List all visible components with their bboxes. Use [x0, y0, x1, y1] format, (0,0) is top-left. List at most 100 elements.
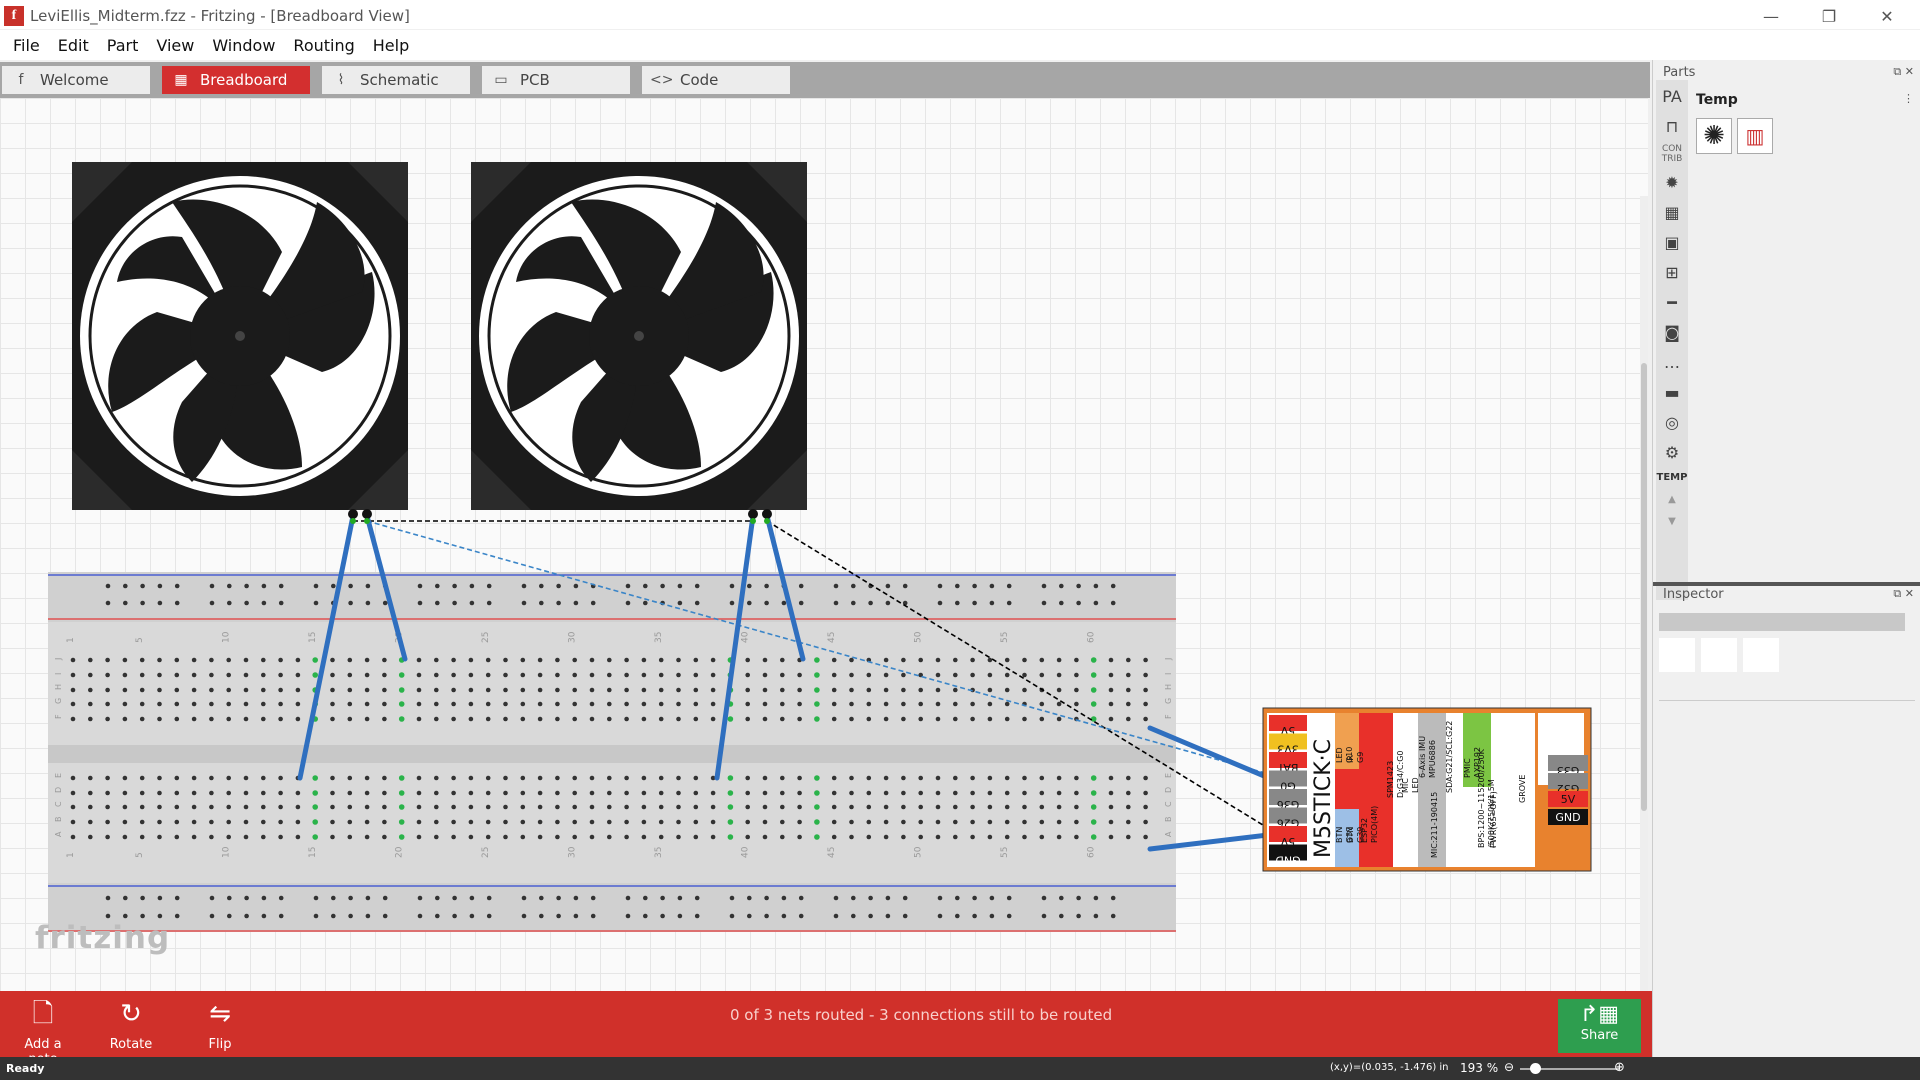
- rail-hole: [452, 583, 457, 589]
- zoom-slider-handle[interactable]: [1530, 1063, 1541, 1074]
- menu-edit[interactable]: Edit: [49, 36, 98, 55]
- rail-hole: [937, 583, 943, 589]
- temp-bin-label[interactable]: TEMP: [1656, 472, 1688, 483]
- rail-hole: [1041, 600, 1047, 606]
- breadboard-hole: [1022, 716, 1027, 722]
- tab-welcome[interactable]: f Welcome: [2, 66, 150, 94]
- panel-divider[interactable]: [1653, 582, 1920, 586]
- breadboard-hole: [849, 701, 854, 707]
- connected-hole: [312, 672, 319, 678]
- row-label: E: [54, 773, 63, 778]
- minimize-button[interactable]: —: [1742, 2, 1800, 31]
- breadboard-hole: [209, 701, 214, 707]
- rail-hole: [209, 895, 215, 901]
- breadboard-hole: [261, 775, 266, 781]
- menu-part[interactable]: Part: [98, 36, 148, 55]
- breadboard-hole: [710, 819, 716, 825]
- m5stick-thumbnail[interactable]: ▥: [1737, 118, 1773, 154]
- zoom-in-icon[interactable]: ⊕: [1614, 1060, 1625, 1075]
- resistor-bin-icon[interactable]: ━: [1658, 290, 1686, 314]
- breadboard-hole: [209, 834, 214, 840]
- breadboard-hole: [347, 790, 353, 796]
- parts-panel-controls[interactable]: ⧉ ✕: [1893, 65, 1914, 79]
- breadboard-canvas[interactable]: 151015202530354045505560 151015202530354…: [0, 98, 1648, 991]
- breadboard-part[interactable]: 151015202530354045505560 151015202530354…: [48, 572, 1176, 932]
- menu-help[interactable]: Help: [364, 36, 418, 55]
- contrib-bin-label[interactable]: CON TRIB: [1656, 144, 1688, 164]
- rail-hole: [244, 583, 249, 589]
- share-button[interactable]: ↱▦ Share: [1558, 999, 1641, 1053]
- breadboard-hole: [416, 775, 422, 781]
- menu-view[interactable]: View: [147, 36, 203, 55]
- circuit-bin-icon[interactable]: ⊞: [1658, 260, 1686, 284]
- breadboard-hole: [157, 775, 162, 781]
- fan-part-2[interactable]: [471, 162, 807, 510]
- breadboard-hole: [537, 834, 543, 840]
- rail-hole: [660, 895, 665, 901]
- gear-bin-icon[interactable]: ✹: [1658, 170, 1686, 194]
- rail-hole: [972, 895, 977, 901]
- breadboard-hole: [935, 687, 941, 693]
- breadboard-hole: [520, 657, 526, 663]
- breadboard-hole: [364, 687, 370, 693]
- row-label: J: [54, 658, 63, 661]
- column-label: 20: [395, 846, 405, 858]
- robot-bin-icon[interactable]: ⚙: [1658, 440, 1686, 464]
- pa-bin-icon[interactable]: PA: [1658, 84, 1686, 108]
- cursor-coordinates: (x,y)=(0.035, -1.476) in: [1330, 1062, 1449, 1073]
- rail-hole: [539, 600, 544, 606]
- menu-window[interactable]: Window: [203, 36, 284, 55]
- board-bin-icon[interactable]: ▦: [1658, 200, 1686, 224]
- vertical-scrollbar[interactable]: [1641, 363, 1647, 811]
- breadboard-hole: [105, 657, 110, 663]
- breadboard-hole: [139, 657, 145, 663]
- column-label: 25: [481, 632, 491, 643]
- fan-thumbnail[interactable]: ✺: [1696, 118, 1732, 154]
- scroll-up-icon[interactable]: ▲: [1658, 487, 1686, 511]
- breadboard-hole: [70, 804, 76, 810]
- tab-schematic[interactable]: ⌇ Schematic: [322, 66, 470, 94]
- rail-hole: [174, 913, 180, 919]
- rotate-button[interactable]: ↻ Rotate: [106, 999, 156, 1052]
- camera-bin-icon[interactable]: ◙: [1658, 320, 1686, 344]
- connected-hole: [1090, 716, 1097, 722]
- pcb-bin-icon[interactable]: ▬: [1658, 380, 1686, 404]
- flip-button[interactable]: ⇋ Flip: [200, 999, 240, 1052]
- chip-bin-icon[interactable]: ▣: [1658, 230, 1686, 254]
- connected-hole: [398, 834, 405, 840]
- more-bin-icon[interactable]: …: [1658, 350, 1686, 374]
- breadboard-hole: [226, 716, 231, 722]
- scroll-down-icon[interactable]: ▼: [1658, 509, 1686, 533]
- m5-info-label: PICO(4M): [1370, 806, 1379, 843]
- fan-part-1[interactable]: [72, 162, 408, 510]
- flip-label: Flip: [208, 1037, 232, 1052]
- breadboard-hole: [1126, 804, 1131, 810]
- breadboard-hole: [883, 775, 889, 781]
- breadboard-hole: [918, 687, 923, 693]
- menu-routing[interactable]: Routing: [284, 36, 363, 55]
- title-bar: f LeviEllis_Midterm.fzz - Fritzing - [Br…: [0, 0, 1920, 29]
- breadboard-hole: [226, 819, 231, 825]
- close-button[interactable]: ✕: [1858, 2, 1916, 31]
- tab-code[interactable]: <> Code: [642, 66, 790, 94]
- m5stickc-part[interactable]: 5V3V3BATG0G36G265VGND G33G325VGND M5STIC…: [1262, 707, 1592, 872]
- status-bar: Ready (x,y)=(0.035, -1.476) in 193 % ⊖ ⊕: [0, 1057, 1920, 1080]
- breadboard-hole: [866, 834, 872, 840]
- row-label: C: [1164, 801, 1173, 807]
- ic-bin-icon[interactable]: ⊓: [1658, 114, 1686, 138]
- bin-menu-icon[interactable]: ⋮: [1903, 92, 1914, 105]
- menu-file[interactable]: File: [4, 36, 49, 55]
- restore-button[interactable]: ❐: [1800, 2, 1858, 31]
- inspector-controls[interactable]: ⧉ ✕: [1893, 587, 1914, 601]
- antenna-bin-icon[interactable]: ◎: [1658, 410, 1686, 434]
- breadboard-hole: [226, 657, 231, 663]
- breadboard-hole: [710, 716, 716, 722]
- tab-pcb[interactable]: ▭ PCB: [482, 66, 630, 94]
- zoom-out-icon[interactable]: ⊖: [1504, 1060, 1514, 1074]
- breadboard-hole: [278, 790, 283, 796]
- breadboard-hole: [918, 775, 923, 781]
- rail-hole: [747, 913, 752, 919]
- rail-hole: [729, 913, 735, 919]
- tab-breadboard[interactable]: ▦ Breadboard: [162, 66, 310, 94]
- rail-hole: [833, 895, 839, 901]
